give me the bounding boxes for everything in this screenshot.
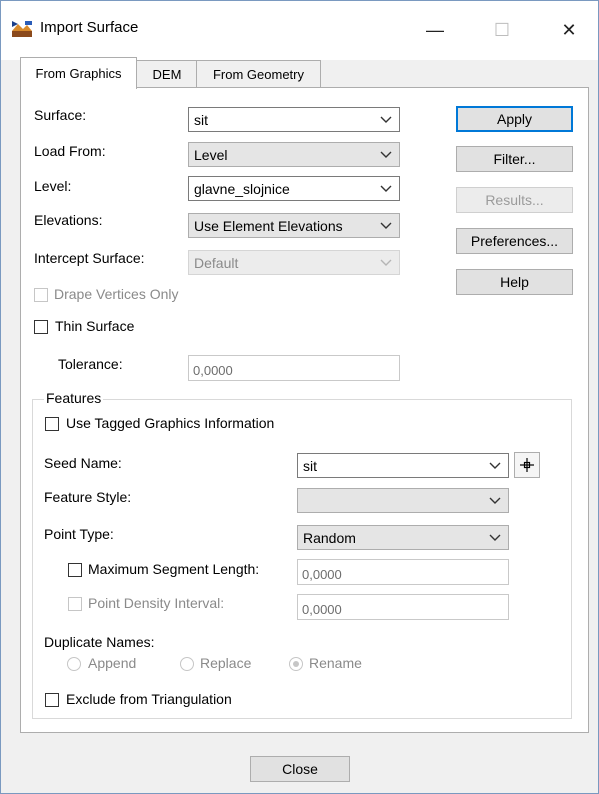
exclude-triangulation-checkbox[interactable] [45, 693, 59, 707]
rename-radio [289, 657, 303, 671]
preferences-button[interactable]: Preferences... [456, 228, 573, 254]
elevations-value: Use Element Elevations [194, 217, 343, 234]
point-density-input: 0,0000 [297, 594, 509, 620]
drape-vertices-label: Drape Vertices Only [54, 286, 179, 302]
surface-label: Surface: [34, 107, 87, 123]
tab-from-graphics[interactable]: From Graphics [20, 57, 137, 89]
seed-name-value: sit [303, 457, 317, 474]
intercept-surface-value: Default [194, 254, 239, 271]
chevron-down-icon[interactable] [379, 111, 393, 127]
max-segment-length-checkbox[interactable] [68, 563, 82, 577]
seed-name-label: Seed Name: [44, 455, 122, 471]
apply-button[interactable]: Apply [456, 106, 573, 132]
thin-surface-checkbox[interactable] [34, 320, 48, 334]
rename-label: Rename [309, 655, 362, 671]
point-density-checkbox [68, 597, 82, 611]
features-group-title: Features [44, 390, 104, 406]
point-type-value: Random [303, 529, 356, 546]
feature-style-dropdown[interactable] [297, 488, 509, 513]
thin-surface-label: Thin Surface [55, 318, 135, 334]
elevations-dropdown[interactable]: Use Element Elevations [188, 213, 400, 238]
append-radio [67, 657, 81, 671]
tab-label: From Geometry [212, 67, 304, 82]
chevron-down-icon[interactable] [488, 457, 502, 473]
close-icon: ✕ [561, 19, 577, 40]
minimize-button[interactable]: — [412, 8, 458, 52]
help-button[interactable]: Help [456, 269, 573, 295]
filter-button[interactable]: Filter... [456, 146, 573, 172]
level-value: glavne_slojnice [194, 180, 290, 197]
load-from-value: Level [194, 146, 228, 163]
maximize-button: ☐ [479, 8, 525, 52]
point-type-label: Point Type: [44, 526, 114, 542]
load-from-dropdown[interactable]: Level [188, 142, 400, 167]
append-label: Append [88, 655, 137, 671]
results-button: Results... [456, 187, 573, 213]
point-type-dropdown[interactable]: Random [297, 525, 509, 550]
intercept-surface-label: Intercept Surface: [34, 250, 145, 266]
level-combo[interactable]: glavne_slojnice [188, 176, 400, 201]
level-label: Level: [34, 178, 72, 194]
close-window-button[interactable]: ✕ [546, 8, 592, 52]
use-tagged-label: Use Tagged Graphics Information [66, 415, 275, 431]
tab-from-geometry[interactable]: From Geometry [196, 60, 321, 88]
chevron-down-icon[interactable] [379, 217, 393, 233]
surface-combo[interactable]: sit [188, 107, 400, 132]
duplicate-names-label: Duplicate Names: [44, 634, 155, 650]
tab-dem[interactable]: DEM [136, 60, 198, 88]
elevations-label: Elevations: [34, 212, 103, 228]
tab-label: DEM [152, 67, 182, 82]
crosshair-pick-icon [520, 458, 534, 472]
load-from-label: Load From: [34, 143, 106, 159]
maximize-icon: ☐ [493, 19, 511, 40]
chevron-down-icon [380, 259, 392, 266]
tab-label: From Graphics [35, 66, 122, 81]
seed-name-combo[interactable]: sit [297, 453, 509, 478]
max-segment-length-input[interactable]: 0,0000 [297, 559, 509, 585]
surface-value: sit [194, 111, 208, 128]
exclude-triangulation-label: Exclude from Triangulation [66, 691, 232, 707]
replace-radio [180, 657, 194, 671]
chevron-down-icon[interactable] [379, 180, 393, 196]
point-density-label: Point Density Interval: [88, 595, 225, 611]
replace-label: Replace [200, 655, 252, 671]
pick-seed-button[interactable] [514, 452, 540, 478]
chevron-down-icon[interactable] [488, 492, 502, 508]
feature-style-label: Feature Style: [44, 489, 132, 505]
surface-app-icon [12, 21, 32, 37]
tolerance-label: Tolerance: [58, 356, 123, 372]
use-tagged-checkbox[interactable] [45, 417, 59, 431]
tolerance-input: 0,0000 [188, 355, 400, 381]
close-button[interactable]: Close [250, 756, 350, 782]
window-title: Import Surface [40, 19, 139, 36]
intercept-surface-dropdown: Default [188, 250, 400, 275]
drape-vertices-checkbox [34, 288, 48, 302]
max-segment-length-label: Maximum Segment Length: [88, 561, 260, 577]
chevron-down-icon[interactable] [379, 146, 393, 162]
chevron-down-icon[interactable] [488, 529, 502, 545]
minimize-icon: — [426, 19, 444, 40]
